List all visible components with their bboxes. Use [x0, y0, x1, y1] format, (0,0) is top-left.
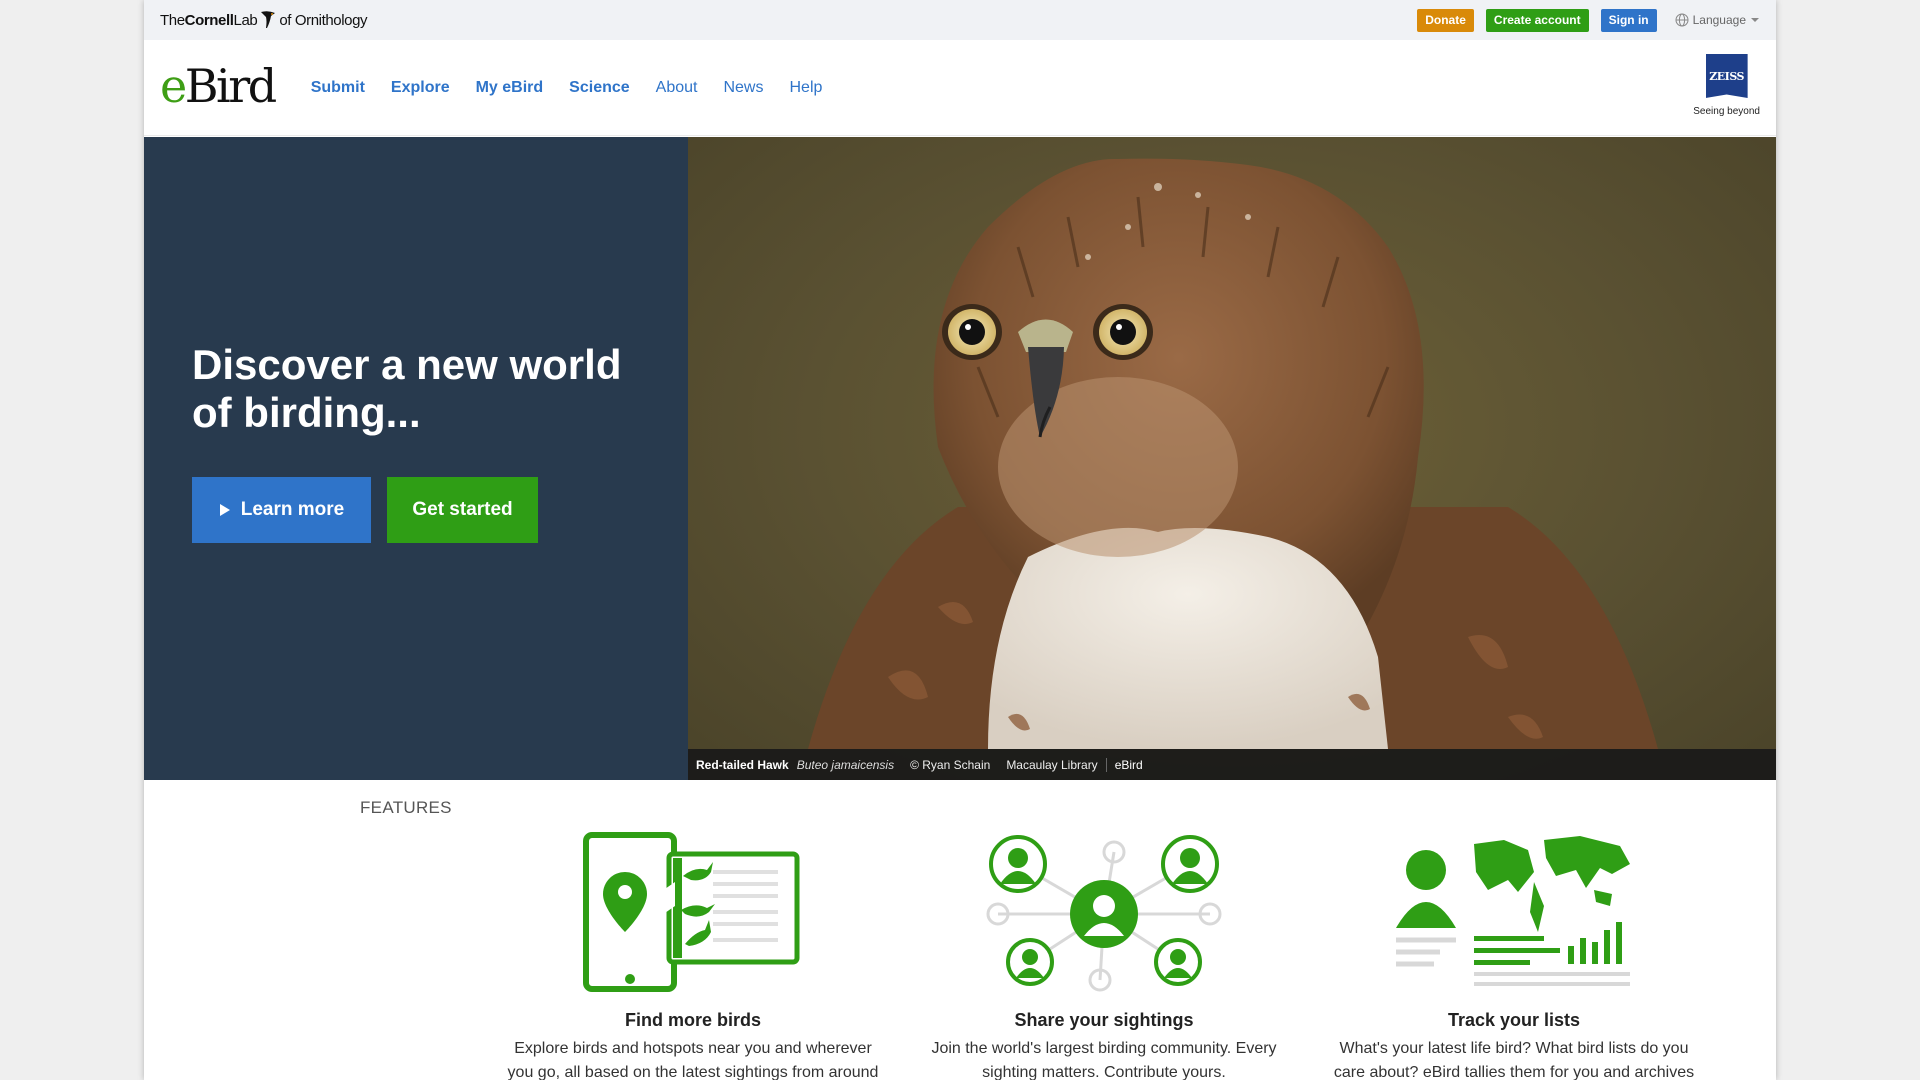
feature-text: Explore birds and hotspots near you and …: [507, 1040, 879, 1080]
hero-title: Discover a new world of birding...: [192, 341, 622, 436]
cornell-bird-icon: [259, 10, 277, 30]
nav-item-submit[interactable]: Submit: [311, 79, 365, 97]
nav-item-explore[interactable]: Explore: [391, 79, 450, 97]
caption-source-ebird[interactable]: eBird: [1115, 758, 1143, 772]
language-label: Language: [1692, 13, 1746, 27]
zeiss-sponsor-logo[interactable]: ZEISS Seeing beyond: [1693, 54, 1760, 117]
ebird-logo[interactable]: eBird: [160, 58, 277, 113]
get-started-button[interactable]: Get started: [387, 477, 538, 543]
caption-scientific-name: Buteo jamaicensis: [796, 757, 895, 772]
nav-item-about[interactable]: About: [656, 79, 698, 97]
brand-of-ornithology: of Ornithology: [279, 11, 368, 29]
utility-bar: The Cornell Lab of Ornithology Donate Crea…: [144, 0, 1776, 40]
caption-credit: © Ryan Schain: [910, 757, 991, 772]
logo-bird: Bird: [184, 58, 277, 113]
account-actions: Donate Create account Sign in Language: [1417, 8, 1760, 32]
find-birds-illustration: [503, 832, 883, 994]
page: The Cornell Lab of Ornithology Donate Crea…: [144, 0, 1776, 1080]
feature-text: Join the world's largest birding communi…: [931, 1040, 1277, 1080]
nav-item-science[interactable]: Science: [569, 79, 629, 97]
nav-item-help[interactable]: Help: [789, 79, 822, 97]
chevron-down-icon: [1751, 18, 1759, 22]
learn-more-label: Learn more: [240, 499, 345, 520]
brand-lab: Lab: [233, 11, 258, 29]
features-heading: FEATURES: [360, 798, 452, 817]
nav-item-my-ebird[interactable]: My eBird: [476, 79, 544, 97]
hero-photo: Red-tailed Hawk Buteo jamaicensis © Ryan…: [688, 137, 1776, 780]
donate-button[interactable]: Donate: [1417, 8, 1474, 32]
cornell-lab-logo[interactable]: The Cornell Lab of Ornithology: [160, 10, 368, 30]
hero: Discover a new world of birding... Learn…: [144, 137, 1776, 780]
feature-title: Find more birds: [624, 1010, 761, 1030]
feature-title: Track your lists: [1447, 1010, 1581, 1030]
language-selector[interactable]: Language: [1675, 13, 1760, 27]
logo-e: e: [160, 58, 187, 113]
caption-source-macaulay[interactable]: Macaulay Library: [1006, 758, 1097, 772]
photo-caption: Red-tailed Hawk Buteo jamaicensis © Ryan…: [688, 749, 1776, 780]
nav-links: Submit Explore My eBird Science About Ne…: [311, 79, 823, 97]
learn-more-button[interactable]: Learn more: [192, 477, 371, 543]
nav-item-news[interactable]: News: [723, 79, 763, 97]
feature-track-lists: Track your lists What's your latest life…: [1324, 832, 1704, 1080]
caption-divider: [1105, 757, 1107, 772]
feature-title: Share your sightings: [1014, 1010, 1194, 1030]
play-icon: [219, 504, 230, 516]
globe-icon: [1675, 13, 1689, 27]
track-lists-illustration: [1324, 832, 1704, 994]
hero-panel: Discover a new world of birding... Learn…: [144, 137, 688, 780]
sign-in-button[interactable]: Sign in: [1600, 8, 1657, 32]
zeiss-tagline: Seeing beyond: [1693, 106, 1760, 117]
zeiss-badge: ZEISS: [1705, 54, 1748, 98]
feature-text: What's your latest life bird? What bird …: [1333, 1040, 1695, 1080]
brand-the: The: [160, 11, 185, 29]
share-sightings-illustration: [914, 832, 1294, 994]
hero-buttons: Learn more Get started: [192, 477, 688, 543]
brand-cornell: Cornell: [184, 11, 234, 29]
red-tailed-hawk-photo: [808, 158, 1658, 749]
feature-share-sightings: Share your sightings Join the world's la…: [914, 832, 1294, 1080]
main-nav: eBird Submit Explore My eBird Science Ab…: [144, 40, 1776, 136]
feature-find-birds: Find more birds Explore birds and hotspo…: [503, 832, 883, 1080]
caption-common-name[interactable]: Red-tailed Hawk: [696, 758, 789, 772]
create-account-button[interactable]: Create account: [1485, 8, 1589, 32]
features-section: FEATURES Find more birds Explore birds a…: [144, 780, 1776, 1080]
